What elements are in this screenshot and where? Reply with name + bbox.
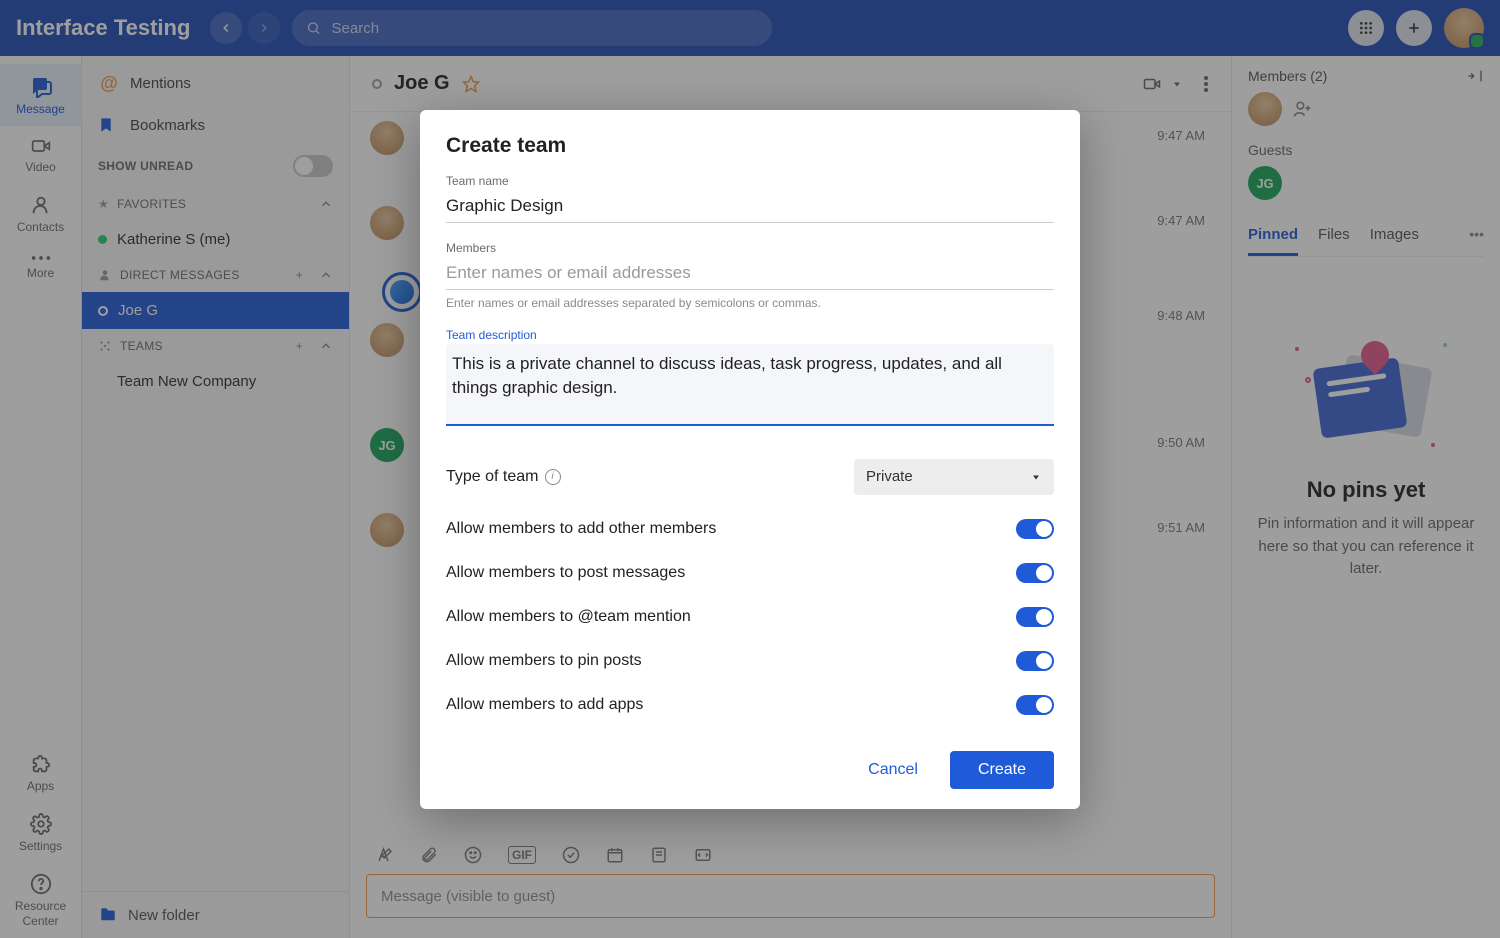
- modal-actions: Cancel Create: [446, 751, 1054, 789]
- allow-pin-toggle[interactable]: [1016, 651, 1054, 671]
- allow-pin-label: Allow members to pin posts: [446, 652, 642, 670]
- allow-mention-label: Allow members to @team mention: [446, 608, 691, 626]
- description-field: Team description: [446, 328, 1054, 429]
- modal-overlay: Create team Team name Members Enter name…: [0, 0, 1500, 938]
- allow-apps-label: Allow members to add apps: [446, 696, 643, 714]
- allow-post-label: Allow members to post messages: [446, 564, 685, 582]
- team-name-label: Team name: [446, 174, 1054, 188]
- allow-add-members-row: Allow members to add other members: [446, 507, 1054, 551]
- allow-add-members-label: Allow members to add other members: [446, 520, 716, 538]
- allow-add-members-toggle[interactable]: [1016, 519, 1054, 539]
- chevron-down-icon: [1030, 471, 1042, 483]
- description-label: Team description: [446, 328, 1054, 342]
- members-label: Members: [446, 241, 1054, 255]
- description-input[interactable]: [446, 344, 1054, 426]
- allow-apps-row: Allow members to add apps: [446, 683, 1054, 727]
- team-name-field: Team name: [446, 174, 1054, 223]
- team-name-input[interactable]: [446, 190, 1054, 223]
- members-help: Enter names or email addresses separated…: [446, 296, 1054, 310]
- type-of-team-label: Type of team: [446, 468, 539, 486]
- members-field: Members Enter names or email addresses s…: [446, 241, 1054, 310]
- allow-apps-toggle[interactable]: [1016, 695, 1054, 715]
- type-selected-value: Private: [866, 468, 913, 485]
- type-of-team-row: Type of team i Private: [446, 447, 1054, 507]
- members-input[interactable]: [446, 257, 1054, 290]
- create-button[interactable]: Create: [950, 751, 1054, 789]
- allow-post-toggle[interactable]: [1016, 563, 1054, 583]
- cancel-button[interactable]: Cancel: [854, 751, 932, 789]
- allow-mention-row: Allow members to @team mention: [446, 595, 1054, 639]
- type-of-team-select[interactable]: Private: [854, 459, 1054, 495]
- modal-title: Create team: [446, 134, 1054, 158]
- create-team-modal: Create team Team name Members Enter name…: [420, 110, 1080, 809]
- allow-pin-row: Allow members to pin posts: [446, 639, 1054, 683]
- info-icon[interactable]: i: [545, 469, 561, 485]
- allow-post-row: Allow members to post messages: [446, 551, 1054, 595]
- allow-mention-toggle[interactable]: [1016, 607, 1054, 627]
